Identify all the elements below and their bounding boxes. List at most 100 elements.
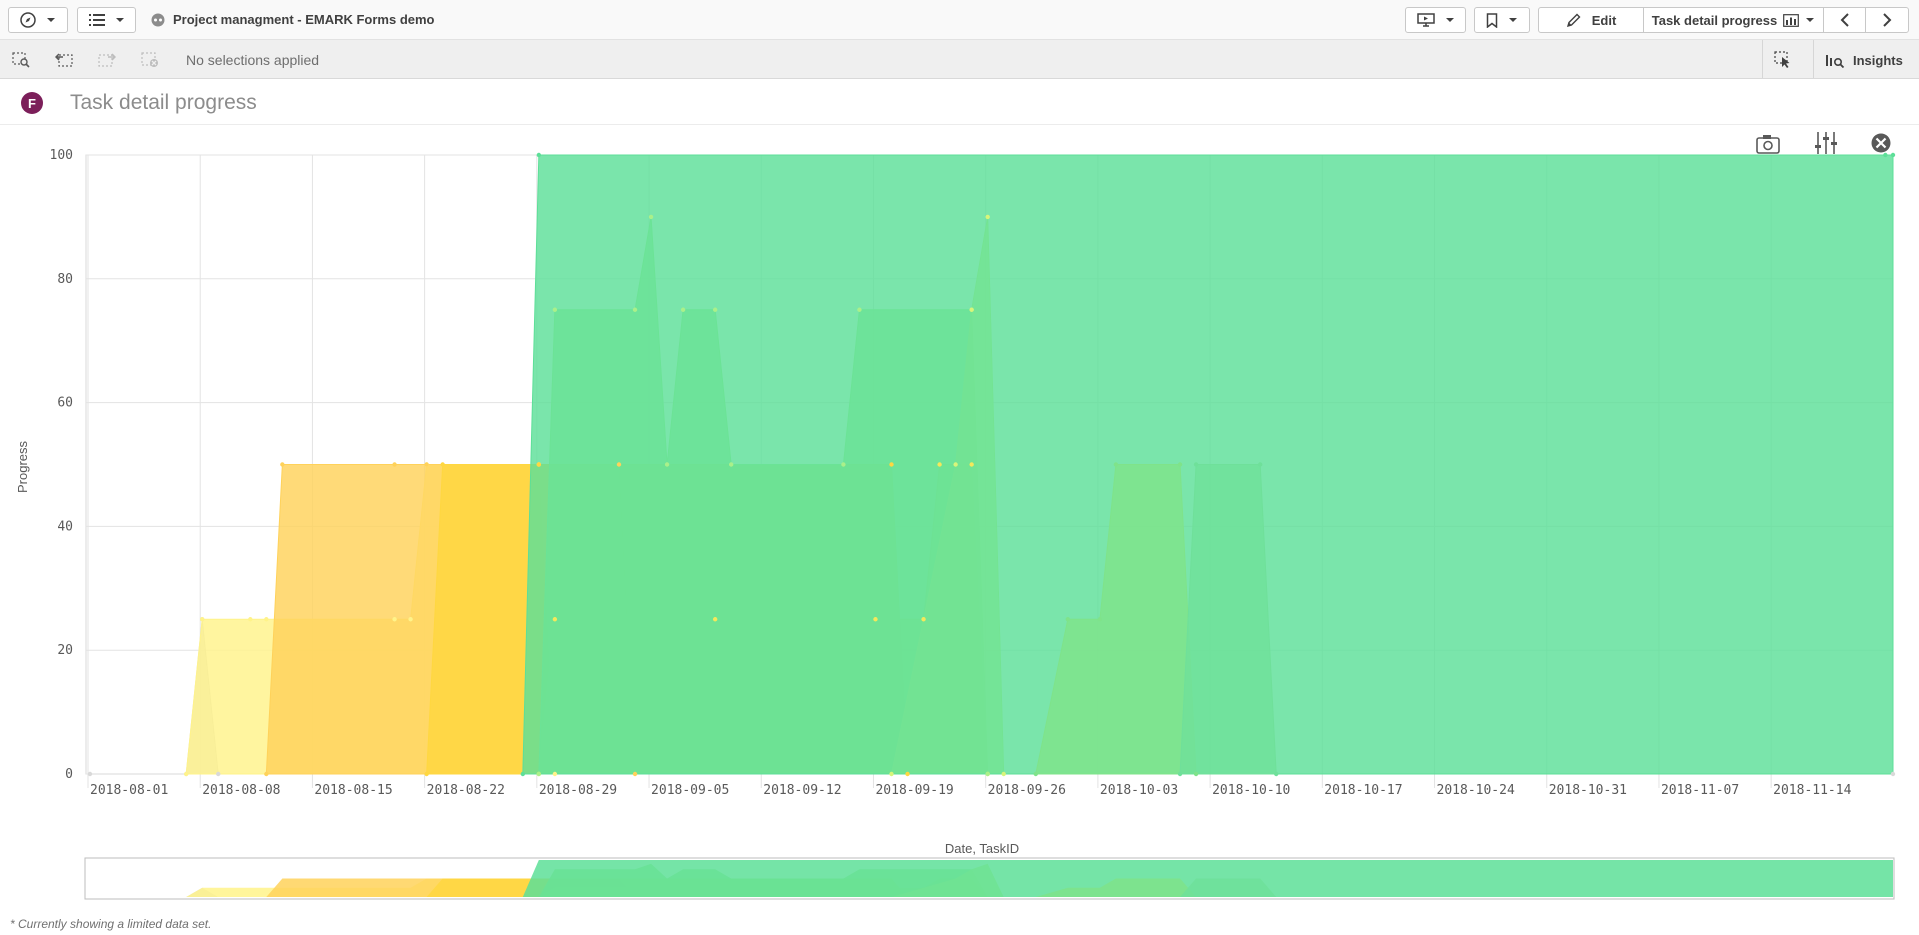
- data-point[interactable]: [264, 617, 269, 622]
- data-point[interactable]: [1001, 771, 1006, 777]
- list-icon: [88, 14, 105, 26]
- area-series-9[interactable]: [1179, 464, 1277, 775]
- data-point[interactable]: [424, 462, 429, 467]
- data-point[interactable]: [87, 771, 93, 777]
- data-point[interactable]: [937, 462, 942, 467]
- data-point[interactable]: [440, 462, 445, 467]
- data-point[interactable]: [664, 462, 670, 467]
- data-point[interactable]: [424, 771, 429, 777]
- minimap-series-9: [1180, 878, 1277, 897]
- data-point[interactable]: [408, 617, 413, 622]
- data-point[interactable]: [889, 462, 894, 467]
- insights-label: Insights: [1853, 52, 1903, 68]
- data-point[interactable]: [1065, 617, 1071, 622]
- data-point[interactable]: [632, 771, 638, 777]
- data-point[interactable]: [392, 617, 397, 622]
- data-point[interactable]: [889, 771, 894, 777]
- data-point[interactable]: [712, 617, 718, 622]
- data-point[interactable]: [520, 771, 526, 777]
- clear-selections-icon[interactable]: [141, 52, 159, 68]
- y-tick-label: 20: [57, 643, 73, 658]
- insights-button[interactable]: Insights: [1825, 50, 1903, 70]
- chevron-down-icon: [115, 18, 124, 22]
- data-point[interactable]: [1193, 771, 1199, 777]
- selections-toolbar: No selections applied Insights: [0, 40, 1919, 79]
- data-point[interactable]: [248, 617, 253, 622]
- sheets-menu-button[interactable]: [77, 7, 136, 33]
- camera-icon[interactable]: [1756, 135, 1780, 154]
- data-point[interactable]: [857, 307, 862, 312]
- data-point[interactable]: [985, 214, 990, 220]
- data-point[interactable]: [648, 214, 654, 220]
- app-icon: [151, 13, 165, 27]
- data-point[interactable]: [953, 462, 958, 467]
- data-point[interactable]: [1890, 152, 1896, 158]
- edit-label: Edit: [1591, 12, 1617, 28]
- data-point[interactable]: [200, 617, 205, 622]
- sheet-badge: F: [21, 92, 43, 114]
- smart-search-icon[interactable]: [12, 52, 30, 68]
- data-point[interactable]: [1177, 771, 1183, 777]
- bookmark-icon: [1486, 12, 1498, 28]
- data-point[interactable]: [1890, 771, 1896, 777]
- data-point[interactable]: [280, 462, 285, 467]
- data-point[interactable]: [729, 462, 734, 467]
- x-tick-label: 2018-10-17: [1324, 783, 1402, 798]
- pencil-icon: [1566, 13, 1581, 28]
- data-point[interactable]: [216, 771, 221, 777]
- x-tick-label: 2018-10-03: [1100, 783, 1178, 798]
- bookmark-button[interactable]: [1474, 7, 1530, 33]
- navigation-menu-button[interactable]: [8, 7, 68, 33]
- chevron-right-icon: [1883, 13, 1892, 27]
- data-point[interactable]: [536, 771, 542, 777]
- data-point[interactable]: [985, 771, 990, 777]
- sheet-selector-button[interactable]: Task detail progress: [1643, 7, 1824, 33]
- selections-status: No selections applied: [186, 52, 320, 68]
- chevron-down-icon: [1445, 18, 1454, 22]
- previous-sheet-button[interactable]: [1823, 7, 1866, 33]
- data-point[interactable]: [712, 307, 718, 312]
- x-tick-label: 2018-08-08: [202, 783, 280, 798]
- selection-tool-icon[interactable]: [1774, 51, 1792, 68]
- data-point[interactable]: [1257, 462, 1263, 467]
- data-point[interactable]: [632, 307, 638, 312]
- data-point[interactable]: [616, 462, 622, 467]
- x-tick-label: 2018-11-07: [1661, 783, 1739, 798]
- data-point[interactable]: [1193, 462, 1199, 467]
- data-point[interactable]: [1113, 462, 1119, 467]
- chart-toolbar: [1756, 132, 1891, 154]
- data-point[interactable]: [264, 771, 269, 777]
- data-point[interactable]: [905, 771, 910, 777]
- data-point[interactable]: [552, 307, 558, 312]
- data-point[interactable]: [921, 617, 926, 622]
- data-point[interactable]: [1274, 771, 1279, 777]
- data-point[interactable]: [183, 771, 189, 777]
- data-point[interactable]: [392, 462, 397, 467]
- data-point[interactable]: [873, 617, 878, 622]
- next-sheet-button[interactable]: [1865, 7, 1909, 33]
- data-point[interactable]: [680, 307, 686, 312]
- data-point[interactable]: [552, 617, 558, 622]
- data-point[interactable]: [841, 462, 846, 467]
- x-axis: 2018-08-01 2018-08-08 2018-08-15 2018-08-22…: [90, 783, 1852, 798]
- data-point[interactable]: [1097, 617, 1103, 622]
- step-forward-icon[interactable]: [98, 52, 116, 68]
- data-point[interactable]: [969, 307, 974, 312]
- close-icon[interactable]: [1871, 133, 1891, 153]
- area-chart: 020406080100 2018-08-01 2018-08-08 2018-08…: [15, 132, 1896, 900]
- toolbar-divider: [1813, 40, 1814, 78]
- data-point[interactable]: [552, 771, 558, 777]
- sliders-icon[interactable]: [1815, 132, 1837, 154]
- sheet-title: Task detail progress: [70, 91, 257, 114]
- data-point[interactable]: [969, 462, 974, 467]
- chart-minimap[interactable]: [84, 857, 1895, 900]
- present-button[interactable]: [1405, 7, 1466, 33]
- data-point[interactable]: [536, 152, 542, 158]
- x-axis-title: Date, TaskID: [945, 841, 1019, 856]
- data-point[interactable]: [536, 462, 542, 467]
- data-point[interactable]: [1177, 462, 1183, 467]
- step-back-icon[interactable]: [55, 52, 73, 68]
- data-point[interactable]: [1033, 771, 1038, 777]
- data-point[interactable]: [1883, 152, 1888, 158]
- edit-button[interactable]: Edit: [1538, 7, 1644, 33]
